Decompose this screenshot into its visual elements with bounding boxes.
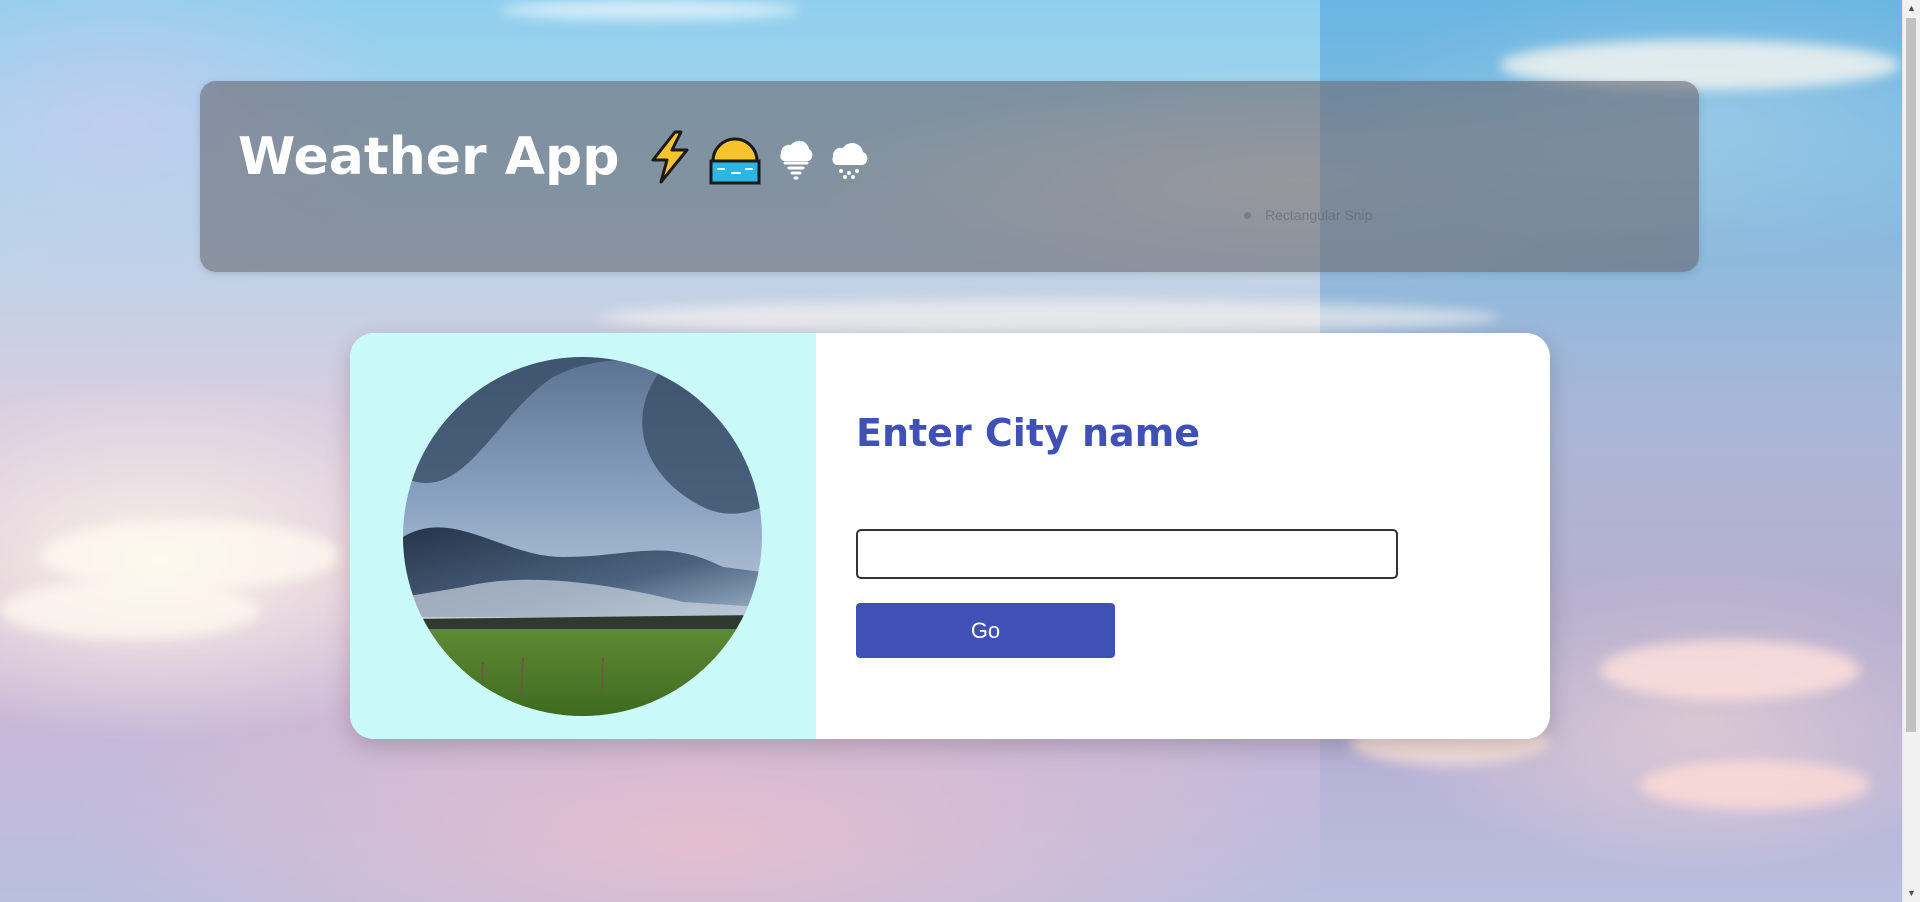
city-search-card: Enter City name Go <box>350 333 1550 739</box>
snow-cloud-icon <box>832 143 868 179</box>
city-prompt-heading: Enter City name <box>856 411 1201 455</box>
vertical-scrollbar[interactable]: ▲ ▼ <box>1902 0 1920 902</box>
header-weather-icons <box>641 127 873 187</box>
cloud-decoration <box>500 0 800 20</box>
page-background: Weather App Rectangular Snip Enter City … <box>0 0 1920 902</box>
storm-cloud-image <box>403 357 762 716</box>
cloud-decoration <box>0 580 260 640</box>
scroll-down-arrow-icon[interactable]: ▼ <box>1903 885 1920 902</box>
snip-label: Rectangular Snip <box>1265 207 1373 223</box>
cloud-decoration <box>600 300 1500 335</box>
cloud-decoration <box>40 520 340 590</box>
go-button[interactable]: Go <box>856 603 1115 658</box>
scrollbar-thumb[interactable] <box>1906 18 1916 732</box>
cloud-decoration <box>1600 640 1860 700</box>
city-name-input[interactable] <box>856 529 1398 579</box>
cloud-decoration <box>1640 760 1870 810</box>
snip-dot-icon <box>1244 211 1251 219</box>
card-form-panel: Enter City name Go <box>816 333 1550 739</box>
card-image-panel <box>350 333 816 739</box>
sunrise-over-water-icon <box>709 137 761 185</box>
app-title-text: Weather App <box>238 127 620 187</box>
app-title: Weather App <box>238 127 873 187</box>
snip-tool-overlay: Rectangular Snip <box>1244 207 1372 223</box>
app-header: Weather App Rectangular Snip <box>200 81 1699 272</box>
lightning-icon <box>651 130 689 184</box>
scroll-up-arrow-icon[interactable]: ▲ <box>1903 0 1920 17</box>
tornado-cloud-icon <box>780 140 813 180</box>
